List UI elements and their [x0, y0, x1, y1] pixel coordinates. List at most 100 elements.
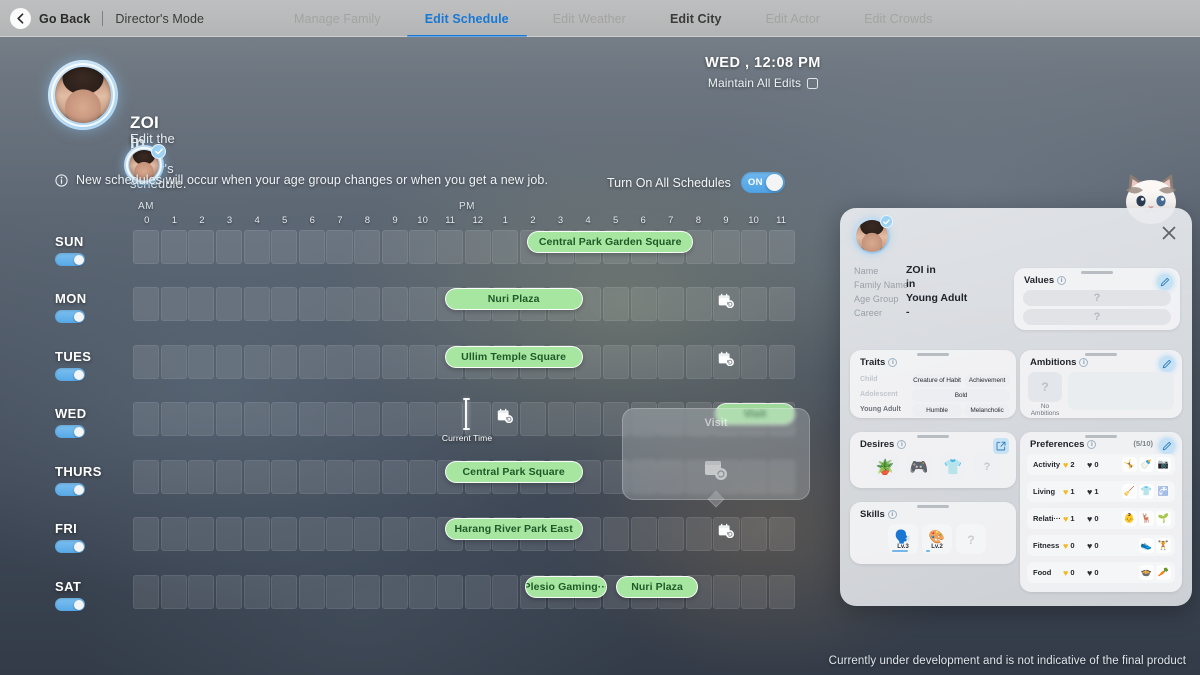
hour-cell[interactable] [658, 517, 685, 551]
hour-cell[interactable] [713, 230, 740, 264]
hour-cell[interactable] [298, 402, 325, 436]
trait-humble[interactable]: Humble [912, 404, 962, 417]
hour-cell[interactable] [630, 345, 657, 379]
preference-item-icon[interactable]: 🍼 [1139, 457, 1154, 472]
hour-cell[interactable] [188, 460, 215, 494]
hour-cell[interactable] [409, 345, 436, 379]
values-edit-button[interactable] [1157, 274, 1173, 290]
hour-cell[interactable] [326, 402, 353, 436]
hour-cell[interactable] [575, 402, 602, 436]
preference-item-icon[interactable]: 🥕 [1156, 565, 1171, 580]
schedule-event-chip[interactable]: Plesio Gaming··· [524, 576, 608, 598]
info-icon[interactable]: i [897, 440, 907, 449]
hour-cell[interactable] [188, 402, 215, 436]
preference-item-icon[interactable]: 🏋️ [1156, 538, 1171, 553]
hour-cell[interactable] [243, 517, 270, 551]
hour-cell[interactable] [409, 230, 436, 264]
ambitions-placeholder-slot[interactable]: ? [1028, 372, 1062, 402]
desire-slot-3[interactable]: 👕 [940, 454, 966, 480]
hour-cell[interactable] [658, 287, 685, 321]
trait-achievement[interactable]: Achievement [964, 374, 1010, 387]
skill-slot-3-empty[interactable]: ? [956, 524, 986, 554]
hour-cell[interactable] [243, 402, 270, 436]
preference-row-relati[interactable]: Relati··· ♥ 1 ♥ 0 👶 🦌 🌱 [1027, 508, 1175, 529]
schedule-event-chip[interactable]: Central Park Garden Square [527, 231, 693, 253]
hour-cell[interactable] [768, 517, 795, 551]
card-grip[interactable] [1085, 353, 1117, 356]
hour-cell[interactable] [215, 517, 243, 551]
hour-cell[interactable] [768, 230, 795, 264]
hour-cell[interactable] [298, 575, 325, 609]
hour-cell[interactable] [271, 575, 298, 609]
hour-cell[interactable] [381, 230, 408, 264]
schedule-event-chip[interactable]: Central Park Square [444, 461, 583, 483]
hour-cell[interactable] [409, 287, 436, 321]
preference-row-fitness[interactable]: Fitness ♥ 0 ♥ 0 👟 🏋️ [1027, 535, 1175, 556]
hour-cell[interactable] [741, 575, 768, 609]
hour-cell[interactable] [160, 517, 187, 551]
hour-cell[interactable] [133, 575, 160, 609]
desire-slot-2[interactable]: 🎮 [906, 454, 932, 480]
preference-item-icon[interactable]: 🍲 [1139, 565, 1154, 580]
day-toggle-fri[interactable] [55, 540, 85, 553]
trait-melancholic[interactable]: Melancholic [964, 404, 1010, 417]
hour-cell[interactable] [381, 517, 408, 551]
hour-cell[interactable] [243, 460, 270, 494]
preference-row-food[interactable]: Food ♥ 0 ♥ 0 🍲 🥕 [1027, 562, 1175, 583]
info-icon[interactable]: i [1057, 276, 1067, 285]
hour-cell[interactable] [188, 575, 215, 609]
hour-cell[interactable] [243, 230, 270, 264]
hour-cell[interactable] [409, 460, 436, 494]
hour-cell[interactable] [381, 460, 408, 494]
desire-slot-4-empty[interactable]: ? [974, 454, 1000, 480]
hour-cell[interactable] [354, 230, 381, 264]
day-toggle-tues[interactable] [55, 368, 85, 381]
hour-cell[interactable] [354, 345, 381, 379]
hour-cell[interactable] [326, 287, 353, 321]
hour-cell[interactable] [741, 230, 768, 264]
hour-cell[interactable] [464, 230, 491, 264]
hour-cell[interactable] [437, 575, 464, 609]
hour-cell[interactable] [464, 575, 491, 609]
hour-cell[interactable] [409, 402, 436, 436]
calendar-repeat-icon[interactable] [718, 293, 735, 309]
calendar-repeat-icon[interactable] [718, 351, 735, 367]
info-icon[interactable]: i [1087, 440, 1097, 449]
card-grip[interactable] [917, 435, 949, 438]
hour-cell[interactable] [768, 575, 795, 609]
close-icon[interactable] [1160, 224, 1178, 242]
card-grip[interactable] [1081, 271, 1113, 274]
card-grip[interactable] [917, 505, 949, 508]
hour-cell[interactable] [326, 460, 353, 494]
hour-cell[interactable] [215, 575, 243, 609]
hour-cell[interactable] [630, 287, 657, 321]
preference-row-activity[interactable]: Activity ♥ 2 ♥ 0 🤸 🍼 📷 [1027, 454, 1175, 475]
hour-cell[interactable] [271, 345, 298, 379]
schedule-event-chip[interactable]: Ullim Temple Square [444, 346, 583, 368]
schedule-event-chip[interactable]: Nuri Plaza [615, 576, 699, 598]
hour-cell[interactable] [658, 345, 685, 379]
preferences-edit-button[interactable] [1159, 438, 1175, 454]
hour-cell[interactable] [602, 287, 630, 321]
schedule-event-chip[interactable]: Harang River Park East [444, 518, 583, 540]
hour-cell[interactable] [381, 287, 408, 321]
hour-cell[interactable] [188, 230, 215, 264]
preference-item-icon[interactable]: 👕 [1139, 484, 1154, 499]
hour-cell[interactable] [133, 345, 160, 379]
desires-expand-button[interactable] [993, 438, 1009, 454]
hour-cell[interactable] [409, 517, 436, 551]
hour-cell[interactable] [243, 575, 270, 609]
preference-row-living[interactable]: Living ♥ 1 ♥ 1 🧹 👕 🚰 [1027, 481, 1175, 502]
values-slot-1[interactable]: ? [1023, 290, 1171, 306]
hour-cell[interactable] [271, 460, 298, 494]
hour-cell[interactable] [354, 575, 381, 609]
day-toggle-mon[interactable] [55, 310, 85, 323]
hour-cell[interactable] [243, 287, 270, 321]
hour-cell[interactable] [326, 230, 353, 264]
hour-cell[interactable] [354, 460, 381, 494]
hour-cell[interactable] [215, 230, 243, 264]
hour-cell[interactable] [354, 287, 381, 321]
day-toggle-wed[interactable] [55, 425, 85, 438]
values-slot-2[interactable]: ? [1023, 309, 1171, 325]
hour-cell[interactable] [492, 575, 519, 609]
